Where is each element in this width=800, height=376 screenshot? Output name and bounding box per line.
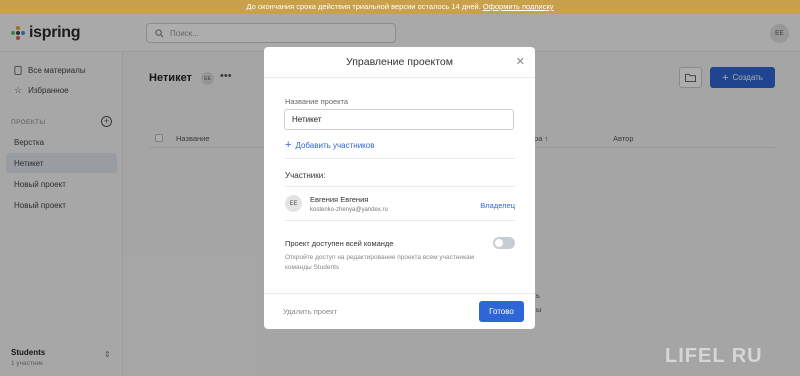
dialog-title: Управление проектом: [346, 56, 453, 68]
project-name-label: Название проекта: [285, 97, 349, 106]
project-name-field[interactable]: Нетикет: [284, 109, 514, 130]
add-members-button[interactable]: + Добавить участников: [285, 139, 374, 151]
member-role-dropdown[interactable]: Владелец: [480, 201, 515, 210]
project-name-value: Нетикет: [292, 115, 322, 124]
divider: [285, 220, 515, 221]
toggle-knob: [495, 239, 503, 247]
member-name: Евгения Евгения: [310, 195, 369, 204]
trial-banner: До окончания срока действия триальной ве…: [0, 0, 800, 14]
team-access-toggle[interactable]: [493, 237, 515, 249]
divider: [264, 293, 535, 294]
members-heading: Участники:: [285, 171, 326, 180]
member-email: kostenko-zhenya@yandex.ru: [310, 207, 388, 213]
delete-project-button[interactable]: Удалить проект: [283, 307, 337, 316]
team-access-title: Проект доступен всей команде: [285, 239, 394, 248]
divider: [285, 186, 515, 187]
team-access-description: Откройте доступ на редактирование проект…: [285, 254, 475, 271]
add-members-label: Добавить участников: [295, 140, 375, 150]
trial-banner-text: До окончания срока действия триальной ве…: [246, 2, 481, 11]
watermark: LIFEL RU: [665, 345, 763, 367]
divider: [264, 77, 535, 78]
close-icon[interactable]: ✕: [516, 55, 525, 68]
done-button[interactable]: Готово: [479, 301, 524, 322]
plus-icon: +: [285, 139, 292, 151]
manage-project-dialog: Управление проектом ✕ Название проекта Н…: [264, 47, 535, 329]
subscribe-link[interactable]: Оформить подписку: [483, 2, 554, 11]
divider: [285, 158, 515, 159]
member-avatar: EE: [285, 195, 302, 212]
